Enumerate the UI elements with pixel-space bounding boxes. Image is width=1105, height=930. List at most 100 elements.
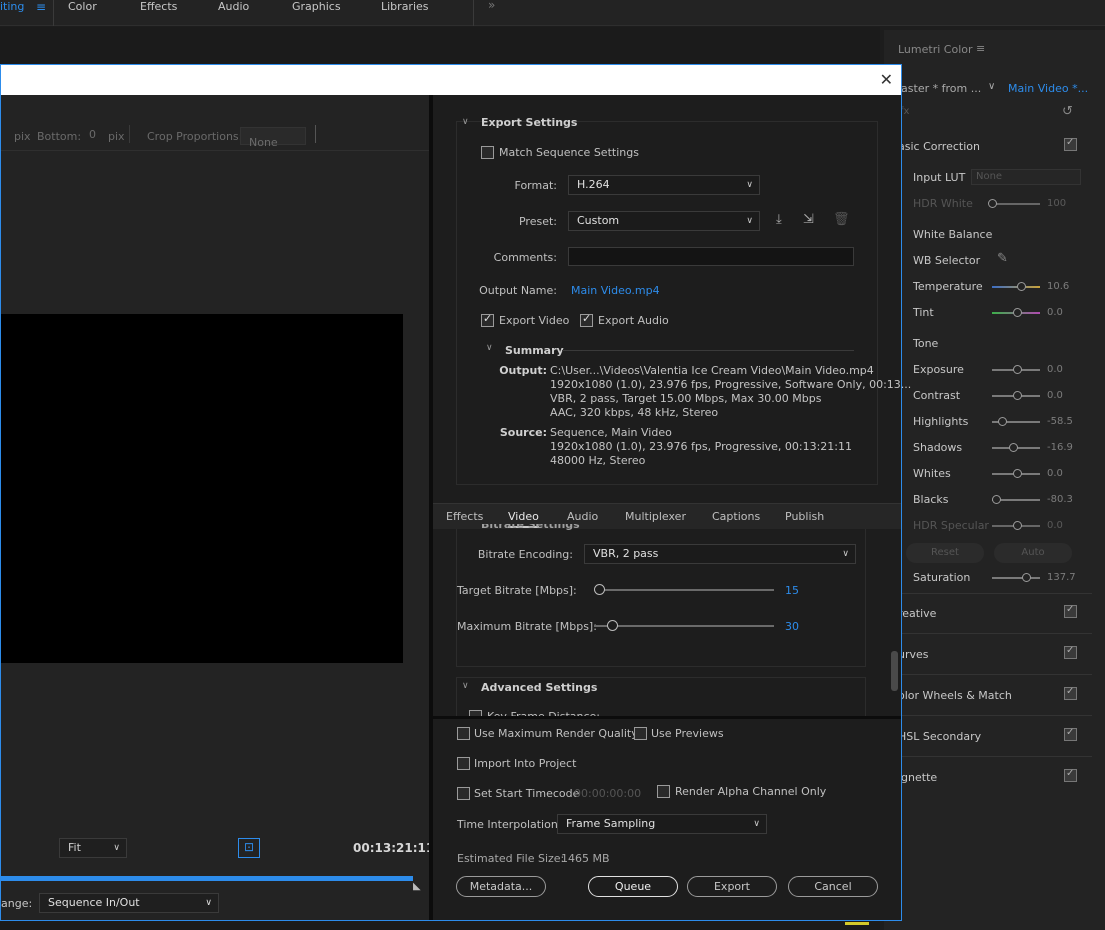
advanced-settings-heading[interactable]: Advanced Settings [481,681,597,694]
max-render-quality-checkbox[interactable] [457,727,470,740]
chevron-down-icon[interactable]: ∨ [462,117,469,127]
chevron-down-icon[interactable]: ∨ [486,343,493,353]
workspace-tab-color[interactable]: Color [68,0,97,13]
workspace-tab-libraries[interactable]: Libraries [381,0,429,13]
hdr-white-slider[interactable] [988,199,1040,208]
queue-button[interactable]: Queue [588,876,678,897]
slider-knob[interactable] [1009,443,1018,452]
tint-slider[interactable] [992,308,1040,317]
time-interpolation-dropdown[interactable]: Frame Sampling ∨ [557,814,767,834]
auto-button[interactable]: Auto [994,543,1072,563]
input-lut-value: None [976,171,1003,182]
shadows-slider[interactable] [992,443,1040,452]
lumetri-source-tab[interactable]: laster * from ... [898,82,981,95]
creative-section[interactable]: reative [898,607,936,620]
export-video-checkbox[interactable] [481,312,494,327]
whites-slider[interactable] [992,469,1040,478]
hsl-secondary-checkbox[interactable] [1064,727,1077,741]
saturation-slider[interactable] [992,573,1040,582]
input-lut-dropdown[interactable]: None [971,169,1081,185]
vignette-checkbox[interactable] [1064,768,1077,782]
tab-effects[interactable]: Effects [446,510,483,523]
bitrate-encoding-dropdown[interactable]: VBR, 2 pass ∨ [584,544,856,564]
cancel-button[interactable]: Cancel [788,876,878,897]
tab-publish[interactable]: Publish [785,510,824,523]
metadata-button[interactable]: Metadata... [456,876,546,897]
max-bitrate-value[interactable]: 30 [785,620,799,633]
curves-checkbox[interactable] [1064,645,1077,659]
target-bitrate-slider[interactable] [594,584,774,595]
slider-knob[interactable] [1013,308,1022,317]
basic-correction-section[interactable]: asic Correction [898,140,980,153]
export-button[interactable]: Export [687,876,777,897]
out-point-marker-icon[interactable]: ◣ [413,881,421,892]
close-icon[interactable]: ✕ [880,70,893,89]
vignette-section[interactable]: ignette [898,771,937,784]
slider-knob[interactable] [1013,521,1022,530]
source-range-dropdown[interactable]: Sequence In/Out ∨ [39,893,219,913]
workspace-tab-graphics[interactable]: Graphics [292,0,341,13]
slider-knob[interactable] [1013,391,1022,400]
contrast-slider[interactable] [992,391,1040,400]
workspace-tab-audio[interactable]: Audio [218,0,249,13]
temperature-slider[interactable] [992,282,1040,291]
slider-knob[interactable] [1013,469,1022,478]
hdr-specular-slider[interactable] [992,521,1040,530]
slider-knob[interactable] [1013,365,1022,374]
use-previews-checkbox[interactable] [634,727,647,740]
basic-correction-checkbox[interactable] [1064,137,1077,151]
curves-section[interactable]: urves [898,648,929,661]
output-name-link[interactable]: Main Video.mp4 [571,284,660,297]
import-into-project-checkbox[interactable] [457,757,470,770]
slider-knob[interactable] [998,417,1007,426]
slider-knob[interactable] [1022,573,1031,582]
reset-button[interactable]: Reset [906,543,984,563]
tab-captions[interactable]: Captions [712,510,760,523]
lumetri-target-tab[interactable]: Main Video *... [1008,82,1088,95]
export-audio-checkbox[interactable] [580,312,593,327]
fit-dropdown[interactable]: Fit ∨ [59,838,127,858]
slider-knob[interactable] [607,620,618,631]
match-sequence-checkbox[interactable] [481,146,494,159]
settings-scrollbar[interactable] [891,651,898,691]
eyedropper-icon[interactable]: ✎ [997,251,1008,266]
target-bitrate-value[interactable]: 15 [785,584,799,597]
export-settings-heading[interactable]: Export Settings [481,116,577,129]
color-wheels-checkbox[interactable] [1064,686,1077,700]
comments-input[interactable] [568,247,854,266]
slider-knob[interactable] [594,584,605,595]
double-chevron-right-icon[interactable]: » [488,0,495,12]
render-alpha-checkbox[interactable] [657,785,670,798]
summary-heading[interactable]: Summary [505,344,564,357]
slider-knob[interactable] [1017,282,1026,291]
tab-multiplexer[interactable]: Multiplexer [625,510,686,523]
creative-checkbox[interactable] [1064,604,1077,618]
panel-menu-icon[interactable]: ≡ [976,42,985,55]
source-range-bar[interactable] [1,876,413,881]
color-wheels-section[interactable]: olor Wheels & Match [898,689,1012,702]
chevron-down-icon[interactable]: ∨ [462,681,469,691]
save-preset-icon[interactable]: ⤓ [776,212,782,227]
highlights-slider[interactable] [992,417,1040,426]
workspace-tab-effects[interactable]: Effects [140,0,177,13]
reset-effect-icon[interactable]: ↺ [1062,104,1073,119]
import-preset-icon[interactable]: ⇲ [803,212,814,227]
tab-audio[interactable]: Audio [567,510,598,523]
crop-bottom-field[interactable]: 0 [89,128,96,141]
blacks-slider[interactable] [992,495,1040,504]
slider-knob[interactable] [988,199,997,208]
preset-dropdown[interactable]: Custom ∨ [568,211,760,231]
slider-knob[interactable] [992,495,1001,504]
max-bitrate-slider[interactable] [594,620,774,631]
set-start-timecode-checkbox[interactable] [457,787,470,800]
exposure-slider[interactable] [992,365,1040,374]
hsl-secondary-section[interactable]: HSL Secondary [898,730,981,743]
workspace-tab-editing[interactable]: iting [0,0,24,13]
format-dropdown[interactable]: H.264 ∨ [568,175,760,195]
crop-proportions-dropdown[interactable]: None [240,127,306,149]
aspect-toggle-icon[interactable]: ⊡ [238,838,260,858]
start-timecode-field[interactable]: 00:00:00:00 [574,787,641,800]
chevron-down-icon[interactable]: ∨ [988,81,995,92]
workspace-menu-icon[interactable]: ≡ [36,0,46,14]
delete-preset-icon[interactable]: 🗑 [833,212,850,227]
